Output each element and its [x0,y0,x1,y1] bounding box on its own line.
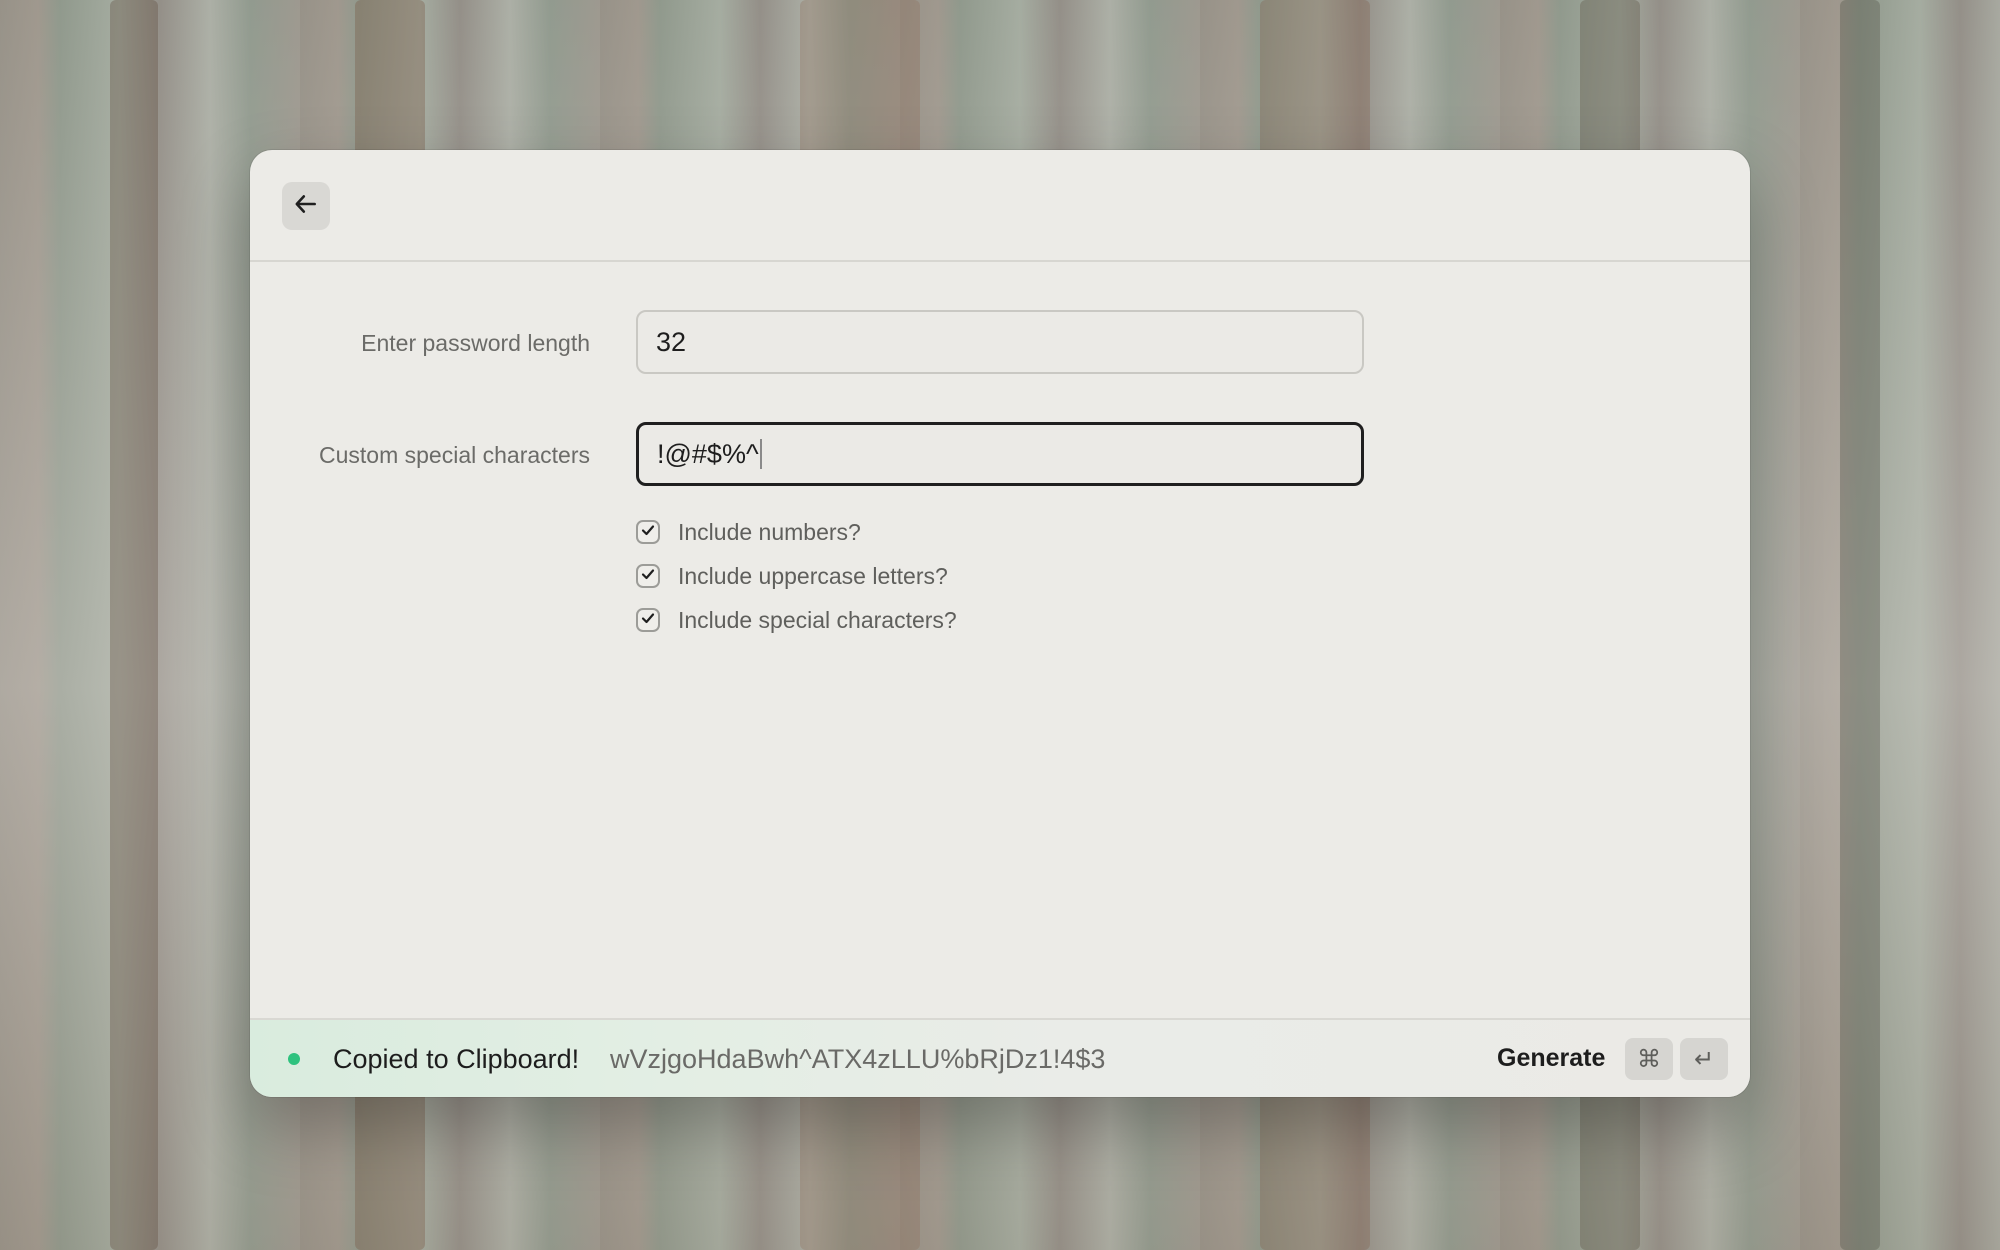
include-uppercase-label: Include uppercase letters? [678,562,948,589]
status-dot-icon [288,1053,300,1065]
include-numbers-checkbox[interactable] [636,520,660,544]
generated-password: wVzjgoHdaBwh^ATX4zLLU%bRjDz1!4$3 [610,1044,1106,1074]
window-header [250,150,1750,262]
include-special-option[interactable]: Include special characters? [636,605,957,635]
command-key-icon: ⌘ [1625,1038,1673,1080]
include-special-checkbox[interactable] [636,608,660,632]
tree-trunk [1840,0,1880,1250]
include-uppercase-option[interactable]: Include uppercase letters? [636,561,948,591]
include-numbers-label: Include numbers? [678,518,861,545]
password-length-value: 32 [656,326,687,357]
special-characters-input[interactable]: !@#$%^ [636,422,1364,486]
checkmark-icon [640,522,656,543]
password-length-input[interactable]: 32 [636,310,1364,374]
generate-button[interactable]: Generate [1497,1044,1605,1073]
text-caret [759,439,762,469]
enter-key-icon: ↵ [1680,1038,1728,1080]
special-characters-value: !@#$%^ [657,438,759,469]
back-button[interactable] [282,182,330,230]
action-bar: Copied to Clipboard! wVzjgoHdaBwh^ATX4zL… [250,1018,1750,1097]
include-numbers-option[interactable]: Include numbers? [636,517,861,547]
include-special-label: Include special characters? [678,606,957,633]
password-length-label: Enter password length [361,330,590,356]
special-characters-label: Custom special characters [319,442,590,468]
include-uppercase-checkbox[interactable] [636,564,660,588]
checkmark-icon [640,566,656,587]
arrow-left-icon [293,191,319,222]
tree-trunk [110,0,158,1250]
checkmark-icon [640,610,656,631]
password-generator-window: Enter password length 32 Custom special … [250,150,1750,1097]
status-message: Copied to Clipboard! [333,1044,580,1074]
